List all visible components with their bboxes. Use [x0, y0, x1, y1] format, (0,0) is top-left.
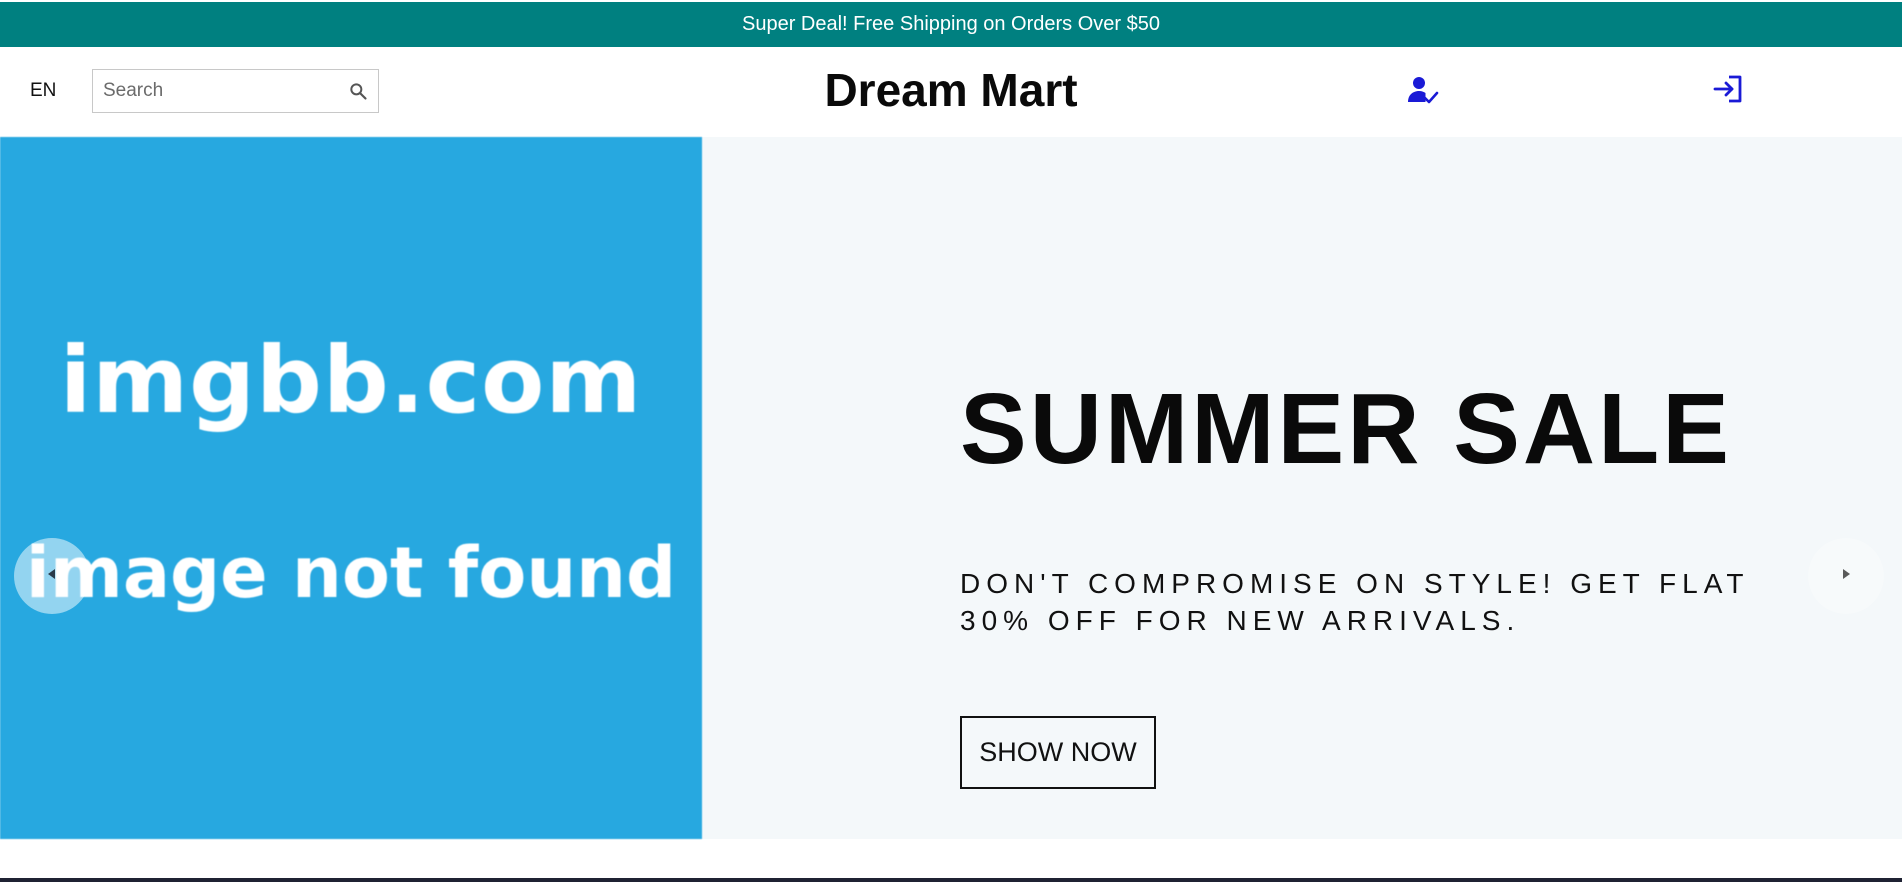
language-selector[interactable]: EN	[30, 80, 56, 102]
image-text-line1: imgbb.com	[59, 327, 643, 434]
search-icon[interactable]	[348, 81, 368, 101]
hero-slider: imgbb.com image not found SUMMER SALE DO…	[0, 137, 1902, 839]
hero-image: imgbb.com image not found	[0, 137, 702, 839]
search-input[interactable]	[103, 70, 333, 112]
announcement-bar: Super Deal! Free Shipping on Orders Over…	[0, 2, 1902, 47]
footer-strip	[0, 878, 1902, 882]
slider-next-button[interactable]	[1808, 538, 1884, 614]
caret-left-icon	[44, 566, 60, 587]
site-header: EN Dream Mart	[0, 47, 1902, 137]
site-logo[interactable]: Dream Mart	[824, 64, 1077, 116]
show-now-button[interactable]: SHOW NOW	[960, 716, 1156, 789]
caret-right-icon	[1838, 566, 1854, 587]
user-check-icon[interactable]	[1406, 74, 1440, 108]
hero-subtitle: DON'T COMPROMISE ON STYLE! GET FLAT 30% …	[960, 568, 1749, 636]
login-icon[interactable]	[1711, 72, 1745, 106]
slider-prev-button[interactable]	[14, 538, 90, 614]
image-text-line2: image not found	[25, 532, 677, 614]
search-box	[92, 69, 379, 113]
hero-title: SUMMER SALE	[960, 373, 1732, 485]
announcement-text: Super Deal! Free Shipping on Orders Over…	[742, 13, 1160, 35]
